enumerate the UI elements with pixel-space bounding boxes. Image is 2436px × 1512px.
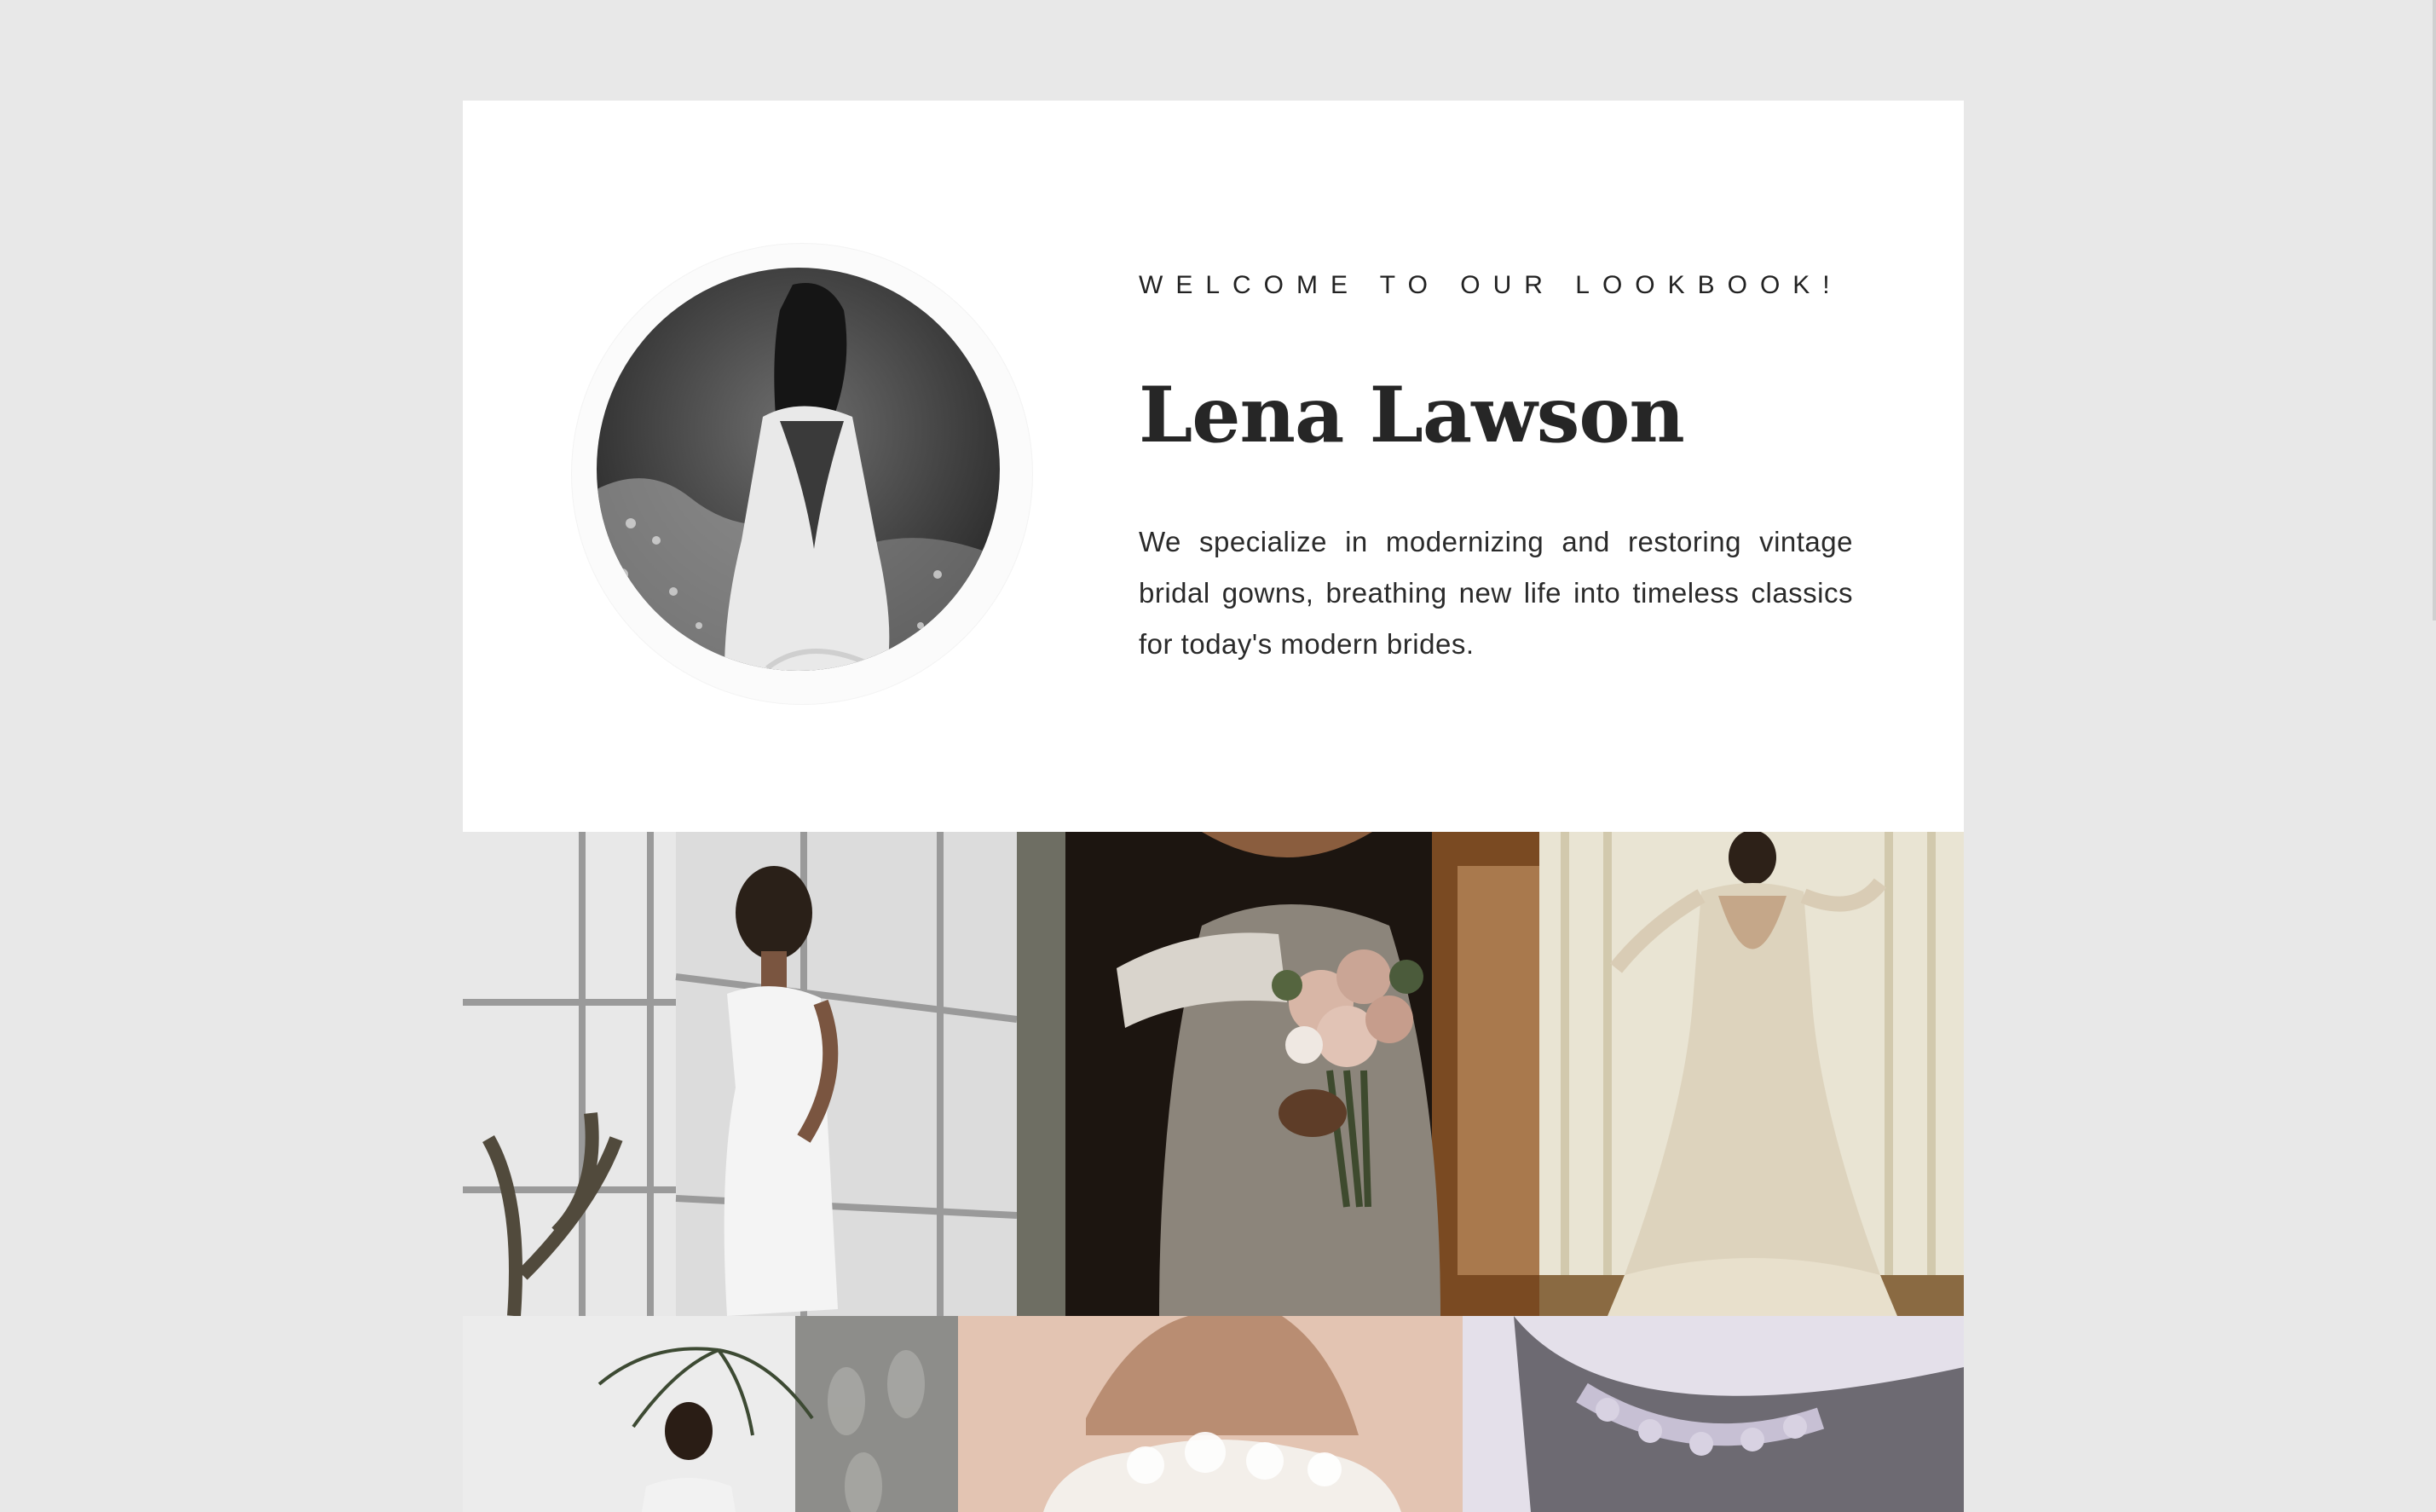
gallery-photo-ruffle-gown[interactable] [958,1316,1463,1512]
scrollbar[interactable] [2433,0,2436,620]
welcome-eyebrow: WELCOME TO OUR LOOKBOOK! [1139,271,1843,299]
gallery-photo-bouquet[interactable] [1065,832,1539,1316]
designer-name: Lena Lawson [1139,370,1685,460]
gallery-photo-window-bride[interactable] [463,832,1065,1316]
profile-portrait [597,268,1000,671]
gallery-photo-lace-detail[interactable] [1463,1316,1964,1512]
gallery-photo-palm-bride[interactable] [463,1316,958,1512]
gallery-photo-lace-back[interactable] [1539,832,1964,1316]
intro-section: WELCOME TO OUR LOOKBOOK! Lena Lawson We … [463,101,1964,832]
designer-bio: We specialize in modernizing and restori… [1139,526,1853,660]
lookbook-card: WELCOME TO OUR LOOKBOOK! Lena Lawson We … [463,101,1964,1512]
